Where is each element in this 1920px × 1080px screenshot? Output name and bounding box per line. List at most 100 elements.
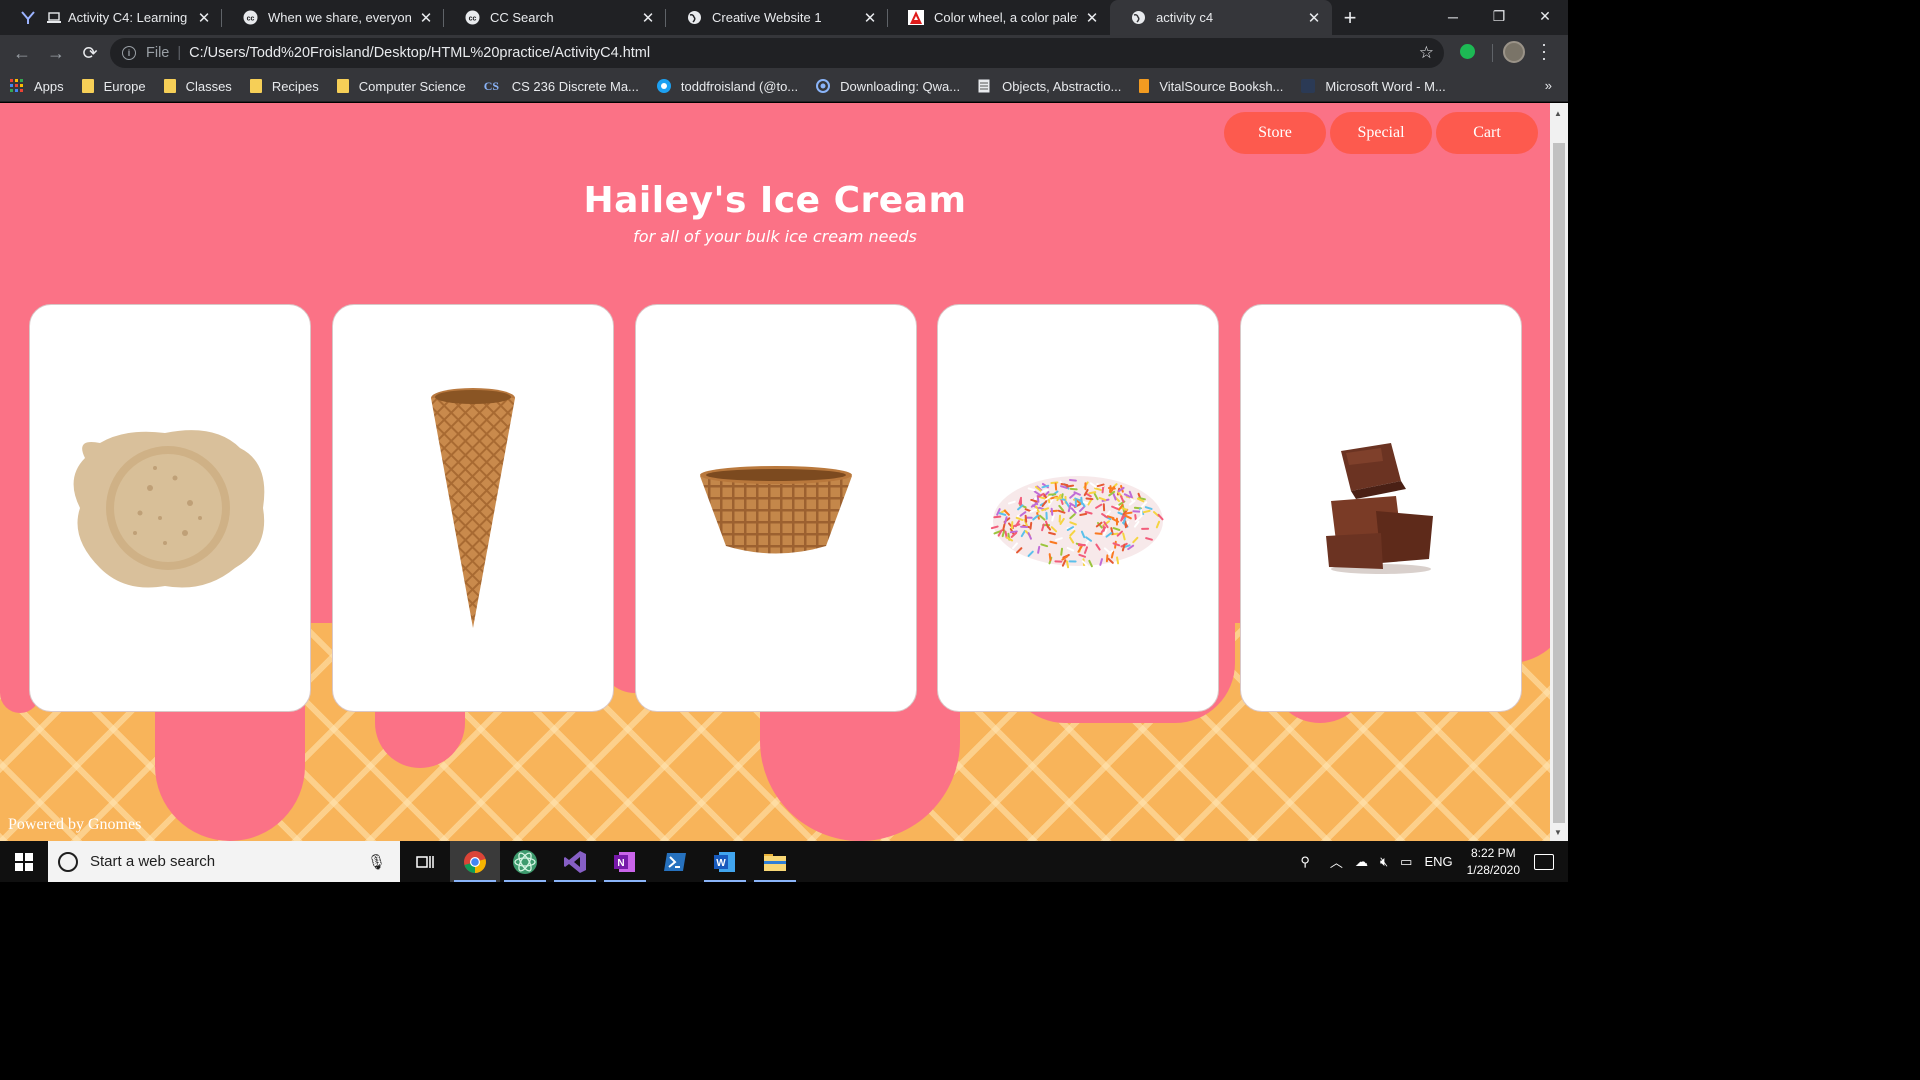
tab-3[interactable]: cc CC Search ✕: [444, 0, 666, 35]
bookmark-computer-science[interactable]: Computer Science: [336, 78, 466, 94]
apps-grid-icon: [10, 79, 24, 93]
bookmark-objects[interactable]: Objects, Abstractio...: [978, 79, 1121, 94]
file-explorer-icon[interactable]: [750, 841, 800, 882]
site-icon: [656, 79, 671, 93]
scroll-down-icon[interactable]: ▼: [1554, 828, 1562, 837]
cs-icon: CS: [483, 79, 500, 93]
folder-icon: [81, 79, 94, 93]
bookmark-microsoft-word[interactable]: Microsoft Word - M...: [1301, 79, 1446, 94]
new-tab-button[interactable]: +: [1332, 0, 1368, 35]
onenote-icon[interactable]: N: [600, 841, 650, 882]
more-bookmarks-button[interactable]: »: [1545, 78, 1552, 93]
close-icon[interactable]: ✕: [862, 10, 878, 27]
nav-store-button[interactable]: Store: [1224, 112, 1326, 154]
bookmark-apps[interactable]: Apps: [10, 79, 64, 94]
bookmarks-bar: Apps Europe Classes Recipes Computer Sci…: [0, 71, 1568, 102]
address-url[interactable]: C:/Users/Todd%20Froisland/Desktop/HTML%2…: [189, 45, 650, 61]
close-icon[interactable]: ✕: [196, 10, 212, 27]
close-icon[interactable]: ✕: [1084, 10, 1100, 27]
tab-title: Color wheel, a color palette g: [934, 10, 1078, 25]
tab-title: CC Search: [490, 10, 554, 25]
tab-2[interactable]: cc When we share, everyone wi ✕: [222, 0, 444, 35]
menu-kebab-icon[interactable]: · · ·: [1538, 35, 1550, 67]
ice-cream-scoop-image: [73, 430, 265, 588]
back-button[interactable]: ←: [6, 37, 38, 69]
notifications-icon[interactable]: [1534, 853, 1554, 870]
folder-icon: [336, 79, 349, 93]
bookmark-recipes[interactable]: Recipes: [249, 79, 319, 94]
reload-button[interactable]: ⟳: [74, 37, 106, 69]
visual-studio-icon[interactable]: [550, 841, 600, 882]
cc-icon: cc: [242, 10, 258, 26]
language-indicator[interactable]: ENG: [1424, 854, 1452, 869]
minimize-button[interactable]: ─: [1430, 0, 1476, 33]
close-icon[interactable]: ✕: [640, 10, 656, 27]
tab-title: When we share, everyone wi: [268, 10, 412, 25]
word-icon[interactable]: W: [700, 841, 750, 882]
product-card-chocolate[interactable]: [1240, 304, 1522, 712]
nav-cart-button[interactable]: Cart: [1436, 112, 1538, 154]
tab-5[interactable]: Color wheel, a color palette g ✕: [888, 0, 1110, 35]
site-nav: Store Special Cart: [1224, 112, 1538, 154]
product-card-sprinkles[interactable]: [937, 304, 1219, 712]
forward-button[interactable]: →: [40, 37, 72, 69]
laptop-icon: [46, 10, 62, 26]
bookmark-label: Apps: [34, 78, 64, 94]
page-subtitle: for all of your bulk ice cream needs: [633, 227, 917, 246]
tab-1[interactable]: Activity C4: Learning Web ✕: [0, 0, 222, 35]
battery-icon[interactable]: ▭: [1400, 854, 1412, 870]
folder-icon: [249, 79, 262, 93]
clock[interactable]: 8:22 PM 1/28/2020: [1467, 845, 1520, 879]
windows-start-icon[interactable]: [0, 841, 48, 882]
clock-time: 8:22 PM: [1470, 845, 1516, 860]
restore-button[interactable]: ❐: [1476, 0, 1522, 33]
browser-toolbar: ← → ⟳ i File | C:/Users/Todd%20Froisland…: [0, 35, 1568, 71]
bookmark-europe[interactable]: Europe: [81, 79, 146, 94]
globe-icon: [686, 10, 702, 26]
bookmark-toddfroisland[interactable]: toddfroisland (@to...: [656, 78, 799, 94]
bookmark-cs236[interactable]: CS CS 236 Discrete Ma...: [484, 79, 639, 94]
scroll-up-icon[interactable]: ▲: [1554, 109, 1562, 118]
bookmark-label: toddfroisland (@to...: [680, 78, 799, 94]
onedrive-icon[interactable]: ☁: [1355, 854, 1368, 870]
tab-4[interactable]: Creative Website 1 ✕: [666, 0, 888, 35]
tab-title: Creative Website 1: [712, 10, 822, 25]
extension-icon[interactable]: [1460, 44, 1475, 59]
chocolate-chunks-image: [1326, 442, 1433, 574]
chevron-up-icon[interactable]: ︿: [1330, 852, 1343, 871]
product-card-ice-cream[interactable]: [29, 304, 311, 712]
close-icon[interactable]: ✕: [418, 10, 434, 27]
address-bar[interactable]: i File | C:/Users/Todd%20Froisland/Deskt…: [110, 38, 1444, 68]
svg-text:cc: cc: [246, 16, 254, 23]
bookmark-label: VitalSource Booksh...: [1159, 78, 1284, 94]
taskbar-search-input[interactable]: Start a web search 🎙: [48, 841, 400, 882]
scrollbar-thumb[interactable]: [1553, 143, 1565, 823]
bookmark-star-icon[interactable]: ☆: [1419, 43, 1434, 63]
address-scheme: File: [146, 45, 170, 61]
bookmark-label: Computer Science: [358, 78, 466, 94]
footer-text: Powered by Gnomes: [8, 816, 142, 833]
people-icon[interactable]: ⚲: [1300, 854, 1310, 870]
powershell-icon[interactable]: [650, 841, 700, 882]
product-card-bowl[interactable]: [635, 304, 917, 712]
page-scrollbar[interactable]: ▲ ▼: [1550, 103, 1568, 841]
microphone-icon[interactable]: 🎙: [367, 853, 386, 871]
info-icon[interactable]: i: [122, 46, 136, 60]
chrome-icon[interactable]: [450, 841, 500, 882]
nav-special-button[interactable]: Special: [1330, 112, 1432, 154]
search-placeholder: Start a web search: [90, 853, 216, 870]
bookmark-vitalsource[interactable]: VitalSource Booksh...: [1139, 79, 1283, 94]
cortana-icon[interactable]: [58, 851, 78, 872]
close-icon[interactable]: ✕: [1306, 10, 1322, 27]
profile-avatar[interactable]: [1503, 41, 1525, 63]
bookmark-classes[interactable]: Classes: [163, 79, 232, 94]
system-tray: ⚲ ︿ ☁ 🔇︎ ▭ ENG 8:22 PM 1/28/2020: [1294, 841, 1568, 882]
bookmark-downloading[interactable]: Downloading: Qwa...: [816, 79, 960, 94]
product-card-cone[interactable]: [332, 304, 614, 712]
volume-muted-icon[interactable]: 🔇︎: [1380, 854, 1388, 870]
close-window-button[interactable]: ✕: [1522, 0, 1568, 33]
tab-6-active[interactable]: activity c4 ✕: [1110, 0, 1332, 35]
atom-icon[interactable]: [500, 841, 550, 882]
book-icon: [1139, 79, 1150, 93]
task-view-icon[interactable]: [400, 841, 450, 882]
